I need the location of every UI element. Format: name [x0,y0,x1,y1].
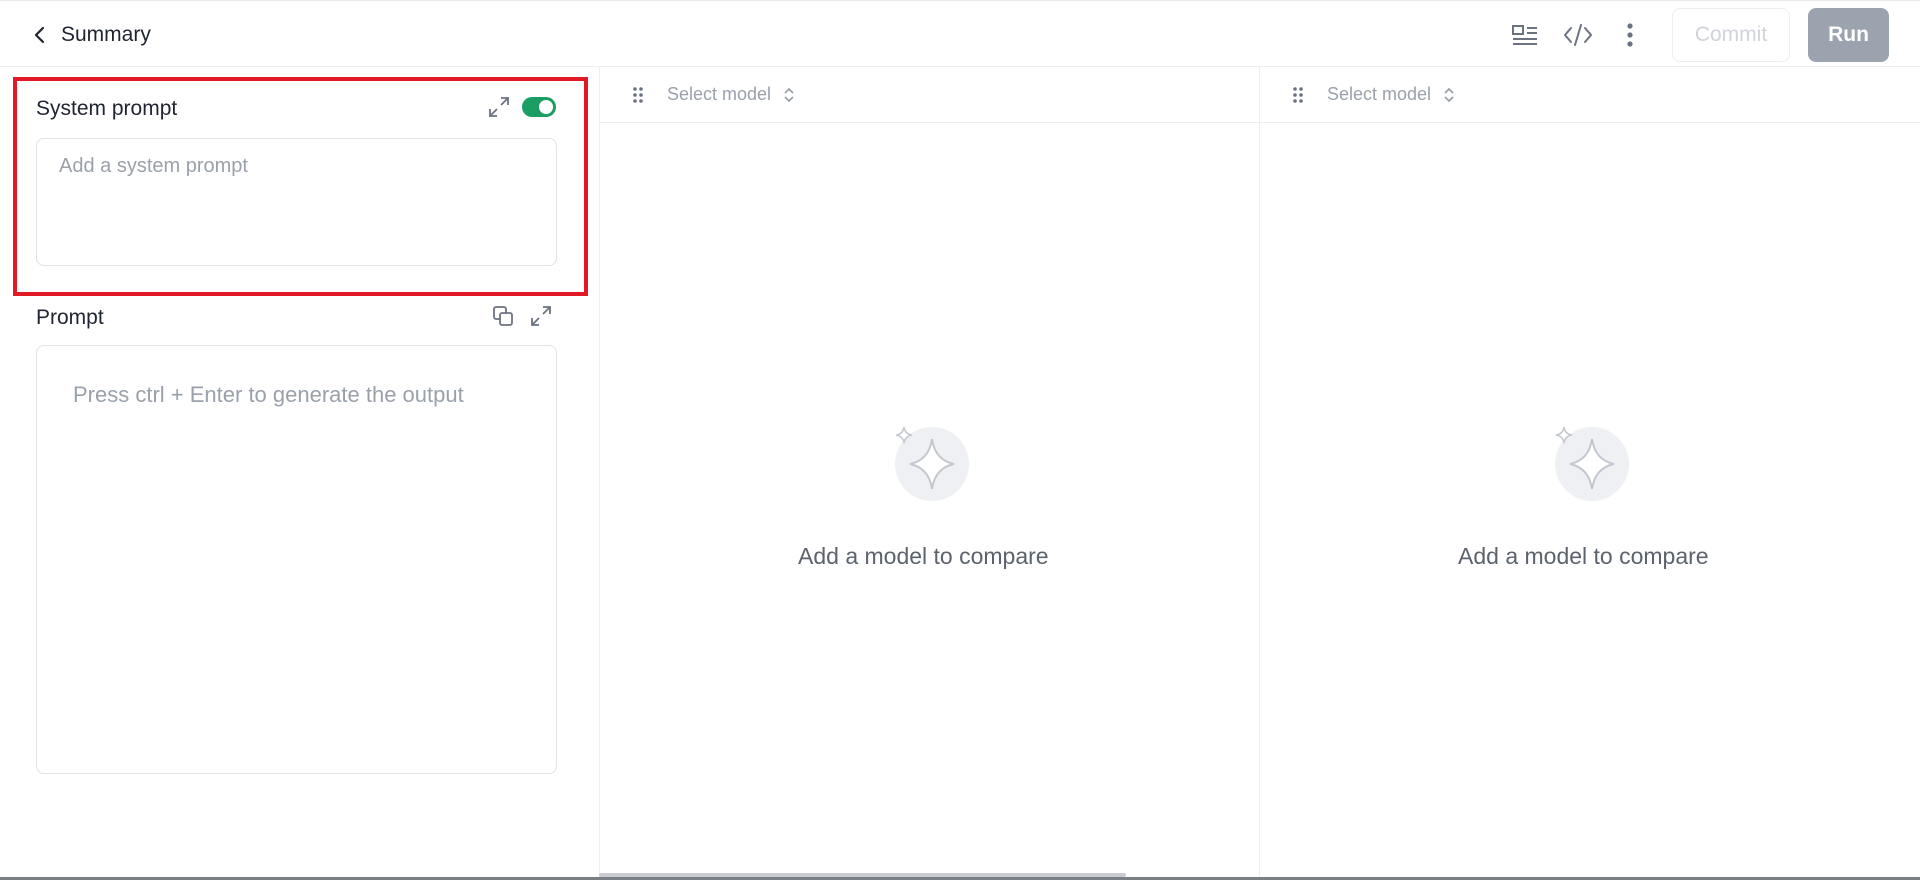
layout-button[interactable] [1510,20,1540,50]
more-options-button[interactable] [1615,20,1645,50]
chevron-up-down-icon [784,87,794,102]
empty-state-text: Add a model to compare [798,543,1049,569]
copy-icon [493,306,513,326]
prompt-input[interactable]: Press ctrl + Enter to generate the outpu… [36,345,557,774]
select-model-label: Select model [667,84,772,104]
system-prompt-input[interactable]: Add a system prompt [36,138,557,266]
code-button[interactable] [1563,20,1593,50]
more-vertical-icon [1627,23,1633,47]
select-model-dropdown[interactable]: Select model [667,84,795,105]
expand-icon [531,306,551,326]
expand-prompt-button[interactable] [528,303,554,329]
empty-state-text: Add a model to compare [1458,543,1709,569]
system-prompt-label: System prompt [36,97,178,120]
expand-icon [489,97,509,117]
prompt-label: Prompt [36,306,104,329]
layout-icon [1512,25,1537,45]
sparkle-icon [895,426,969,501]
system-prompt-toggle[interactable] [522,97,556,117]
run-button[interactable]: Run [1808,8,1889,62]
chevron-up-down-icon [1444,87,1454,102]
drag-handle-icon[interactable] [1292,86,1304,104]
compare-column-header: Select model [600,67,1259,123]
compare-column-header: Select model [1260,67,1920,123]
compare-column-2: Select model Add a model to compare [1259,67,1920,877]
expand-system-prompt-button[interactable] [486,94,512,120]
page-title: Summary [61,23,151,46]
code-icon [1564,24,1592,46]
top-bar: Summary Commit Run [0,0,1920,67]
prompt-panel: System prompt Add a system prompt Prompt… [0,67,599,880]
back-button[interactable] [28,21,52,49]
select-model-label: Select model [1327,84,1432,104]
drag-handle-icon[interactable] [632,86,644,104]
toggle-knob [539,100,553,114]
chevron-left-icon [34,26,45,44]
sparkle-icon [1555,426,1629,501]
select-model-dropdown[interactable]: Select model [1327,84,1455,105]
copy-prompt-button[interactable] [490,303,516,329]
commit-button[interactable]: Commit [1672,8,1790,62]
compare-column-1: Select model Add a model to compare [599,67,1259,877]
